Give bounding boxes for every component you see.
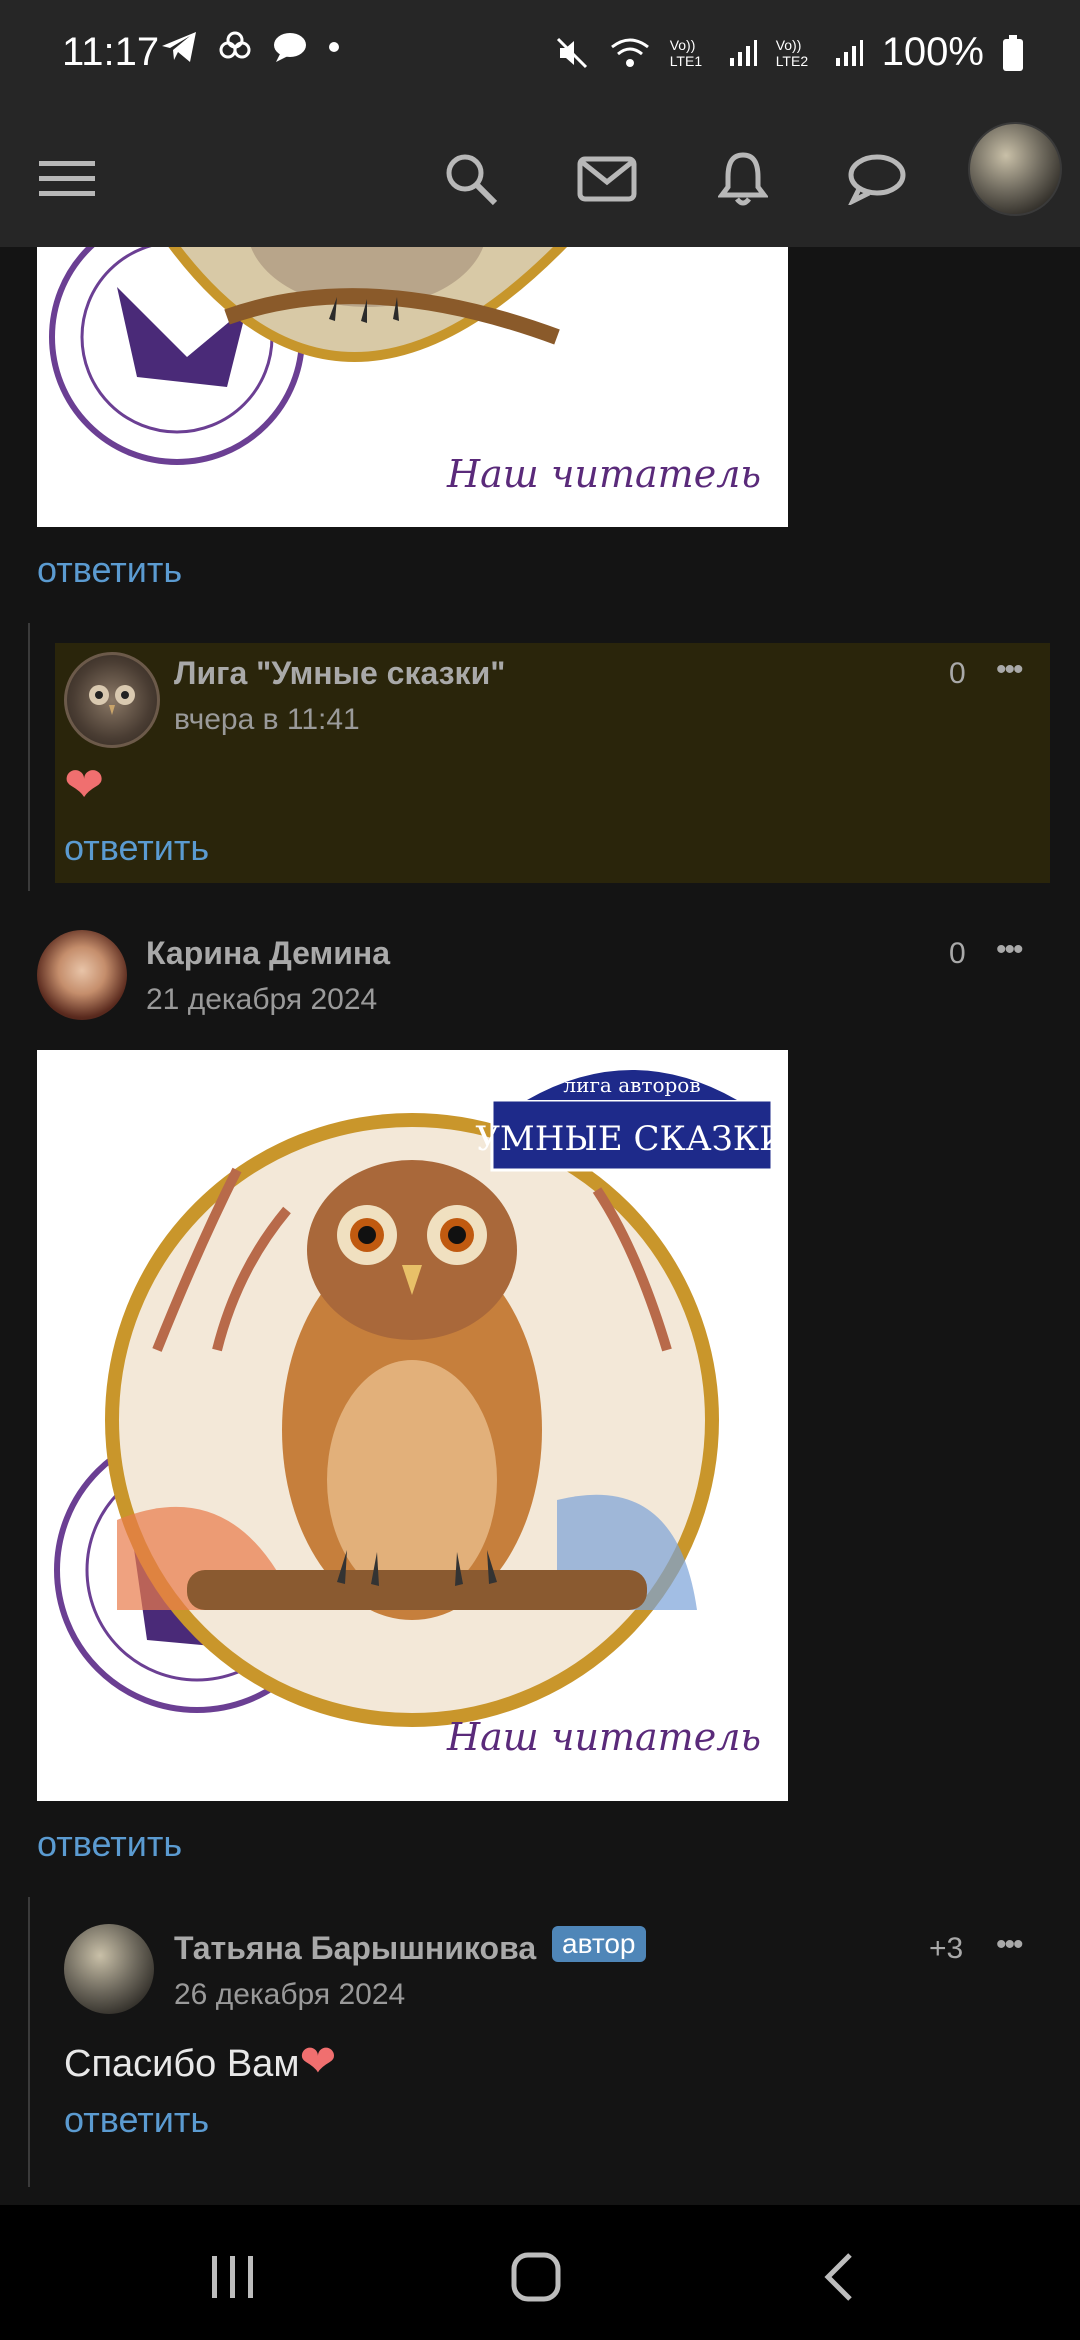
top-navigation xyxy=(0,110,1080,247)
bell-icon xyxy=(718,152,768,206)
reply-link[interactable]: ответить xyxy=(37,1823,182,1865)
comment-date[interactable]: вчера в 11:41 xyxy=(174,703,360,737)
comment-text-content: Спасибо Вам xyxy=(64,2043,300,2085)
owl-badge-image: лига авторов УМНЫЕ СКАЗКИ Наш читатель xyxy=(54,1070,788,1759)
search-icon xyxy=(446,154,498,206)
thread-line xyxy=(28,1897,30,2187)
comments-feed: Наш читатель ответить Лига "Умные сказки… xyxy=(0,247,1080,2205)
back-icon xyxy=(824,2253,852,2301)
comment-image-badge-partial[interactable]: Наш читатель xyxy=(37,247,788,527)
system-navigation-bar xyxy=(0,2205,1080,2340)
comment-date[interactable]: 26 декабря 2024 xyxy=(174,1978,405,2012)
mail-icon xyxy=(577,156,637,202)
recent-apps-button[interactable] xyxy=(193,2247,273,2307)
search-button[interactable] xyxy=(436,144,506,214)
stamp-caption: Наш читатель xyxy=(446,1715,761,1759)
home-icon xyxy=(511,2252,561,2302)
author-badge: автор xyxy=(552,1926,646,1962)
comment-author[interactable]: Лига "Умные сказки" xyxy=(174,655,505,692)
menu-button[interactable] xyxy=(32,144,102,214)
reply-link[interactable]: ответить xyxy=(64,2099,209,2141)
mail-button[interactable] xyxy=(572,144,642,214)
comment-author[interactable]: Татьяна Барышникова xyxy=(174,1930,536,1967)
hamburger-icon xyxy=(39,161,95,196)
heart-emoji: ❤ xyxy=(64,759,105,812)
home-button[interactable] xyxy=(496,2247,576,2307)
comment-menu-button[interactable]: ••• xyxy=(996,653,1023,687)
banner-small-text: лига авторов xyxy=(563,1073,700,1097)
wifi-icon xyxy=(610,38,649,67)
back-button[interactable] xyxy=(800,2247,880,2307)
reply-link[interactable]: ответить xyxy=(37,549,182,591)
chats-button[interactable] xyxy=(842,144,912,214)
dot-icon xyxy=(329,42,339,52)
lte2-label: Vo)) LTE2 xyxy=(775,36,809,69)
comment-author[interactable]: Карина Демина xyxy=(146,935,390,972)
signal-icon-1 xyxy=(729,39,757,66)
status-time: 11:17 xyxy=(62,30,160,74)
comment-menu-button[interactable]: ••• xyxy=(996,1928,1023,1962)
thread-line xyxy=(28,623,30,891)
comment-score: 0 xyxy=(949,937,966,970)
owl-badge-image: Наш читатель xyxy=(49,247,761,496)
comment-menu-button[interactable]: ••• xyxy=(996,933,1023,967)
notifications-button[interactable] xyxy=(708,144,778,214)
chat-icon xyxy=(848,154,906,205)
battery-icon xyxy=(1003,34,1023,71)
banner-title: УМНЫЕ СКАЗКИ xyxy=(475,1119,788,1159)
mute-icon xyxy=(556,37,587,68)
karina-avatar[interactable] xyxy=(37,930,127,1020)
status-bar: 11:17 Vo)) LTE1 Vo)) LTE2 100% xyxy=(0,0,1080,110)
heart-emoji: ❤ xyxy=(299,2037,337,2086)
comment-image-owl[interactable]: лига авторов УМНЫЕ СКАЗКИ Наш читатель xyxy=(37,1050,788,1801)
owl-face-icon xyxy=(89,685,135,715)
lte1-label: Vo)) LTE1 xyxy=(669,36,703,69)
recent-apps-icon xyxy=(212,2256,253,2298)
stamp-caption: Наш читатель xyxy=(446,452,761,496)
league-avatar[interactable] xyxy=(64,652,160,748)
tatiana-avatar[interactable] xyxy=(64,1924,154,2014)
telegram-icon xyxy=(162,32,196,62)
signal-icon-2 xyxy=(835,39,863,66)
comment-score: 0 xyxy=(949,657,966,690)
battery-percent: 100% xyxy=(881,30,984,74)
comment-text: Спасибо Вам❤ xyxy=(64,2036,336,2087)
comment-score: +3 xyxy=(929,1932,964,1965)
flower-icon xyxy=(219,31,251,59)
status-notification-icons xyxy=(160,28,342,66)
comment-date[interactable]: 21 декабря 2024 xyxy=(146,983,377,1017)
message-bubble-icon xyxy=(274,33,306,62)
reply-link[interactable]: ответить xyxy=(64,827,209,869)
status-system-icons: Vo)) LTE1 Vo)) LTE2 100% xyxy=(554,30,1024,75)
user-avatar[interactable] xyxy=(968,122,1062,216)
